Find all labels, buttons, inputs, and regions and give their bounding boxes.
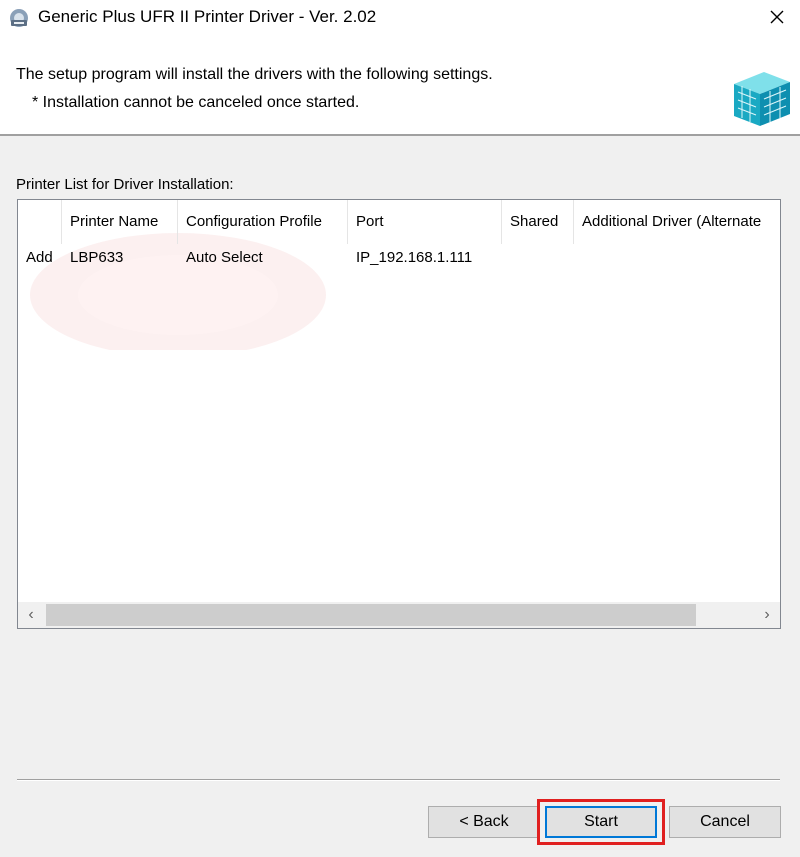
column-header-action[interactable] [18,200,62,244]
setup-logo-icon [724,58,796,130]
column-header-additional-driver[interactable]: Additional Driver (Alternate [574,200,780,244]
window-title: Generic Plus UFR II Printer Driver - Ver… [38,7,377,26]
printer-list[interactable]: Printer Name Configuration Profile Port … [17,199,781,629]
scrollbar-thumb[interactable] [46,604,696,626]
row-port-cell[interactable]: IP_192.168.1.111 [348,244,502,272]
row-configuration-profile-cell[interactable]: Auto Select [178,244,348,272]
scroll-right-icon[interactable]: › [754,602,780,628]
footer-divider [17,779,780,781]
row-action-cell[interactable]: Add [18,244,62,272]
printer-driver-icon [8,7,30,29]
row-additional-driver-cell[interactable] [574,244,780,272]
setup-info-text: The setup program will install the drive… [16,66,493,83]
printer-list-label: Printer List for Driver Installation: [16,176,234,193]
install-warning-text: * Installation cannot be canceled once s… [32,94,360,111]
column-header-configuration-profile[interactable]: Configuration Profile [178,200,348,244]
scroll-left-icon[interactable]: ‹ [18,602,44,628]
back-button[interactable]: < Back [428,806,540,838]
cancel-button[interactable]: Cancel [669,806,781,838]
header-panel: The setup program will install the drive… [0,38,800,136]
horizontal-scrollbar[interactable]: ‹ › [18,602,780,628]
column-header-shared[interactable]: Shared [502,200,574,244]
close-button[interactable] [754,0,800,38]
row-shared-cell[interactable] [502,244,574,272]
column-header-printer-name[interactable]: Printer Name [62,200,178,244]
close-icon [770,10,784,29]
row-printer-name-cell[interactable]: LBP633 [62,244,178,272]
column-header-port[interactable]: Port [348,200,502,244]
start-button[interactable]: Start [545,806,657,838]
title-bar: Generic Plus UFR II Printer Driver - Ver… [0,0,800,38]
